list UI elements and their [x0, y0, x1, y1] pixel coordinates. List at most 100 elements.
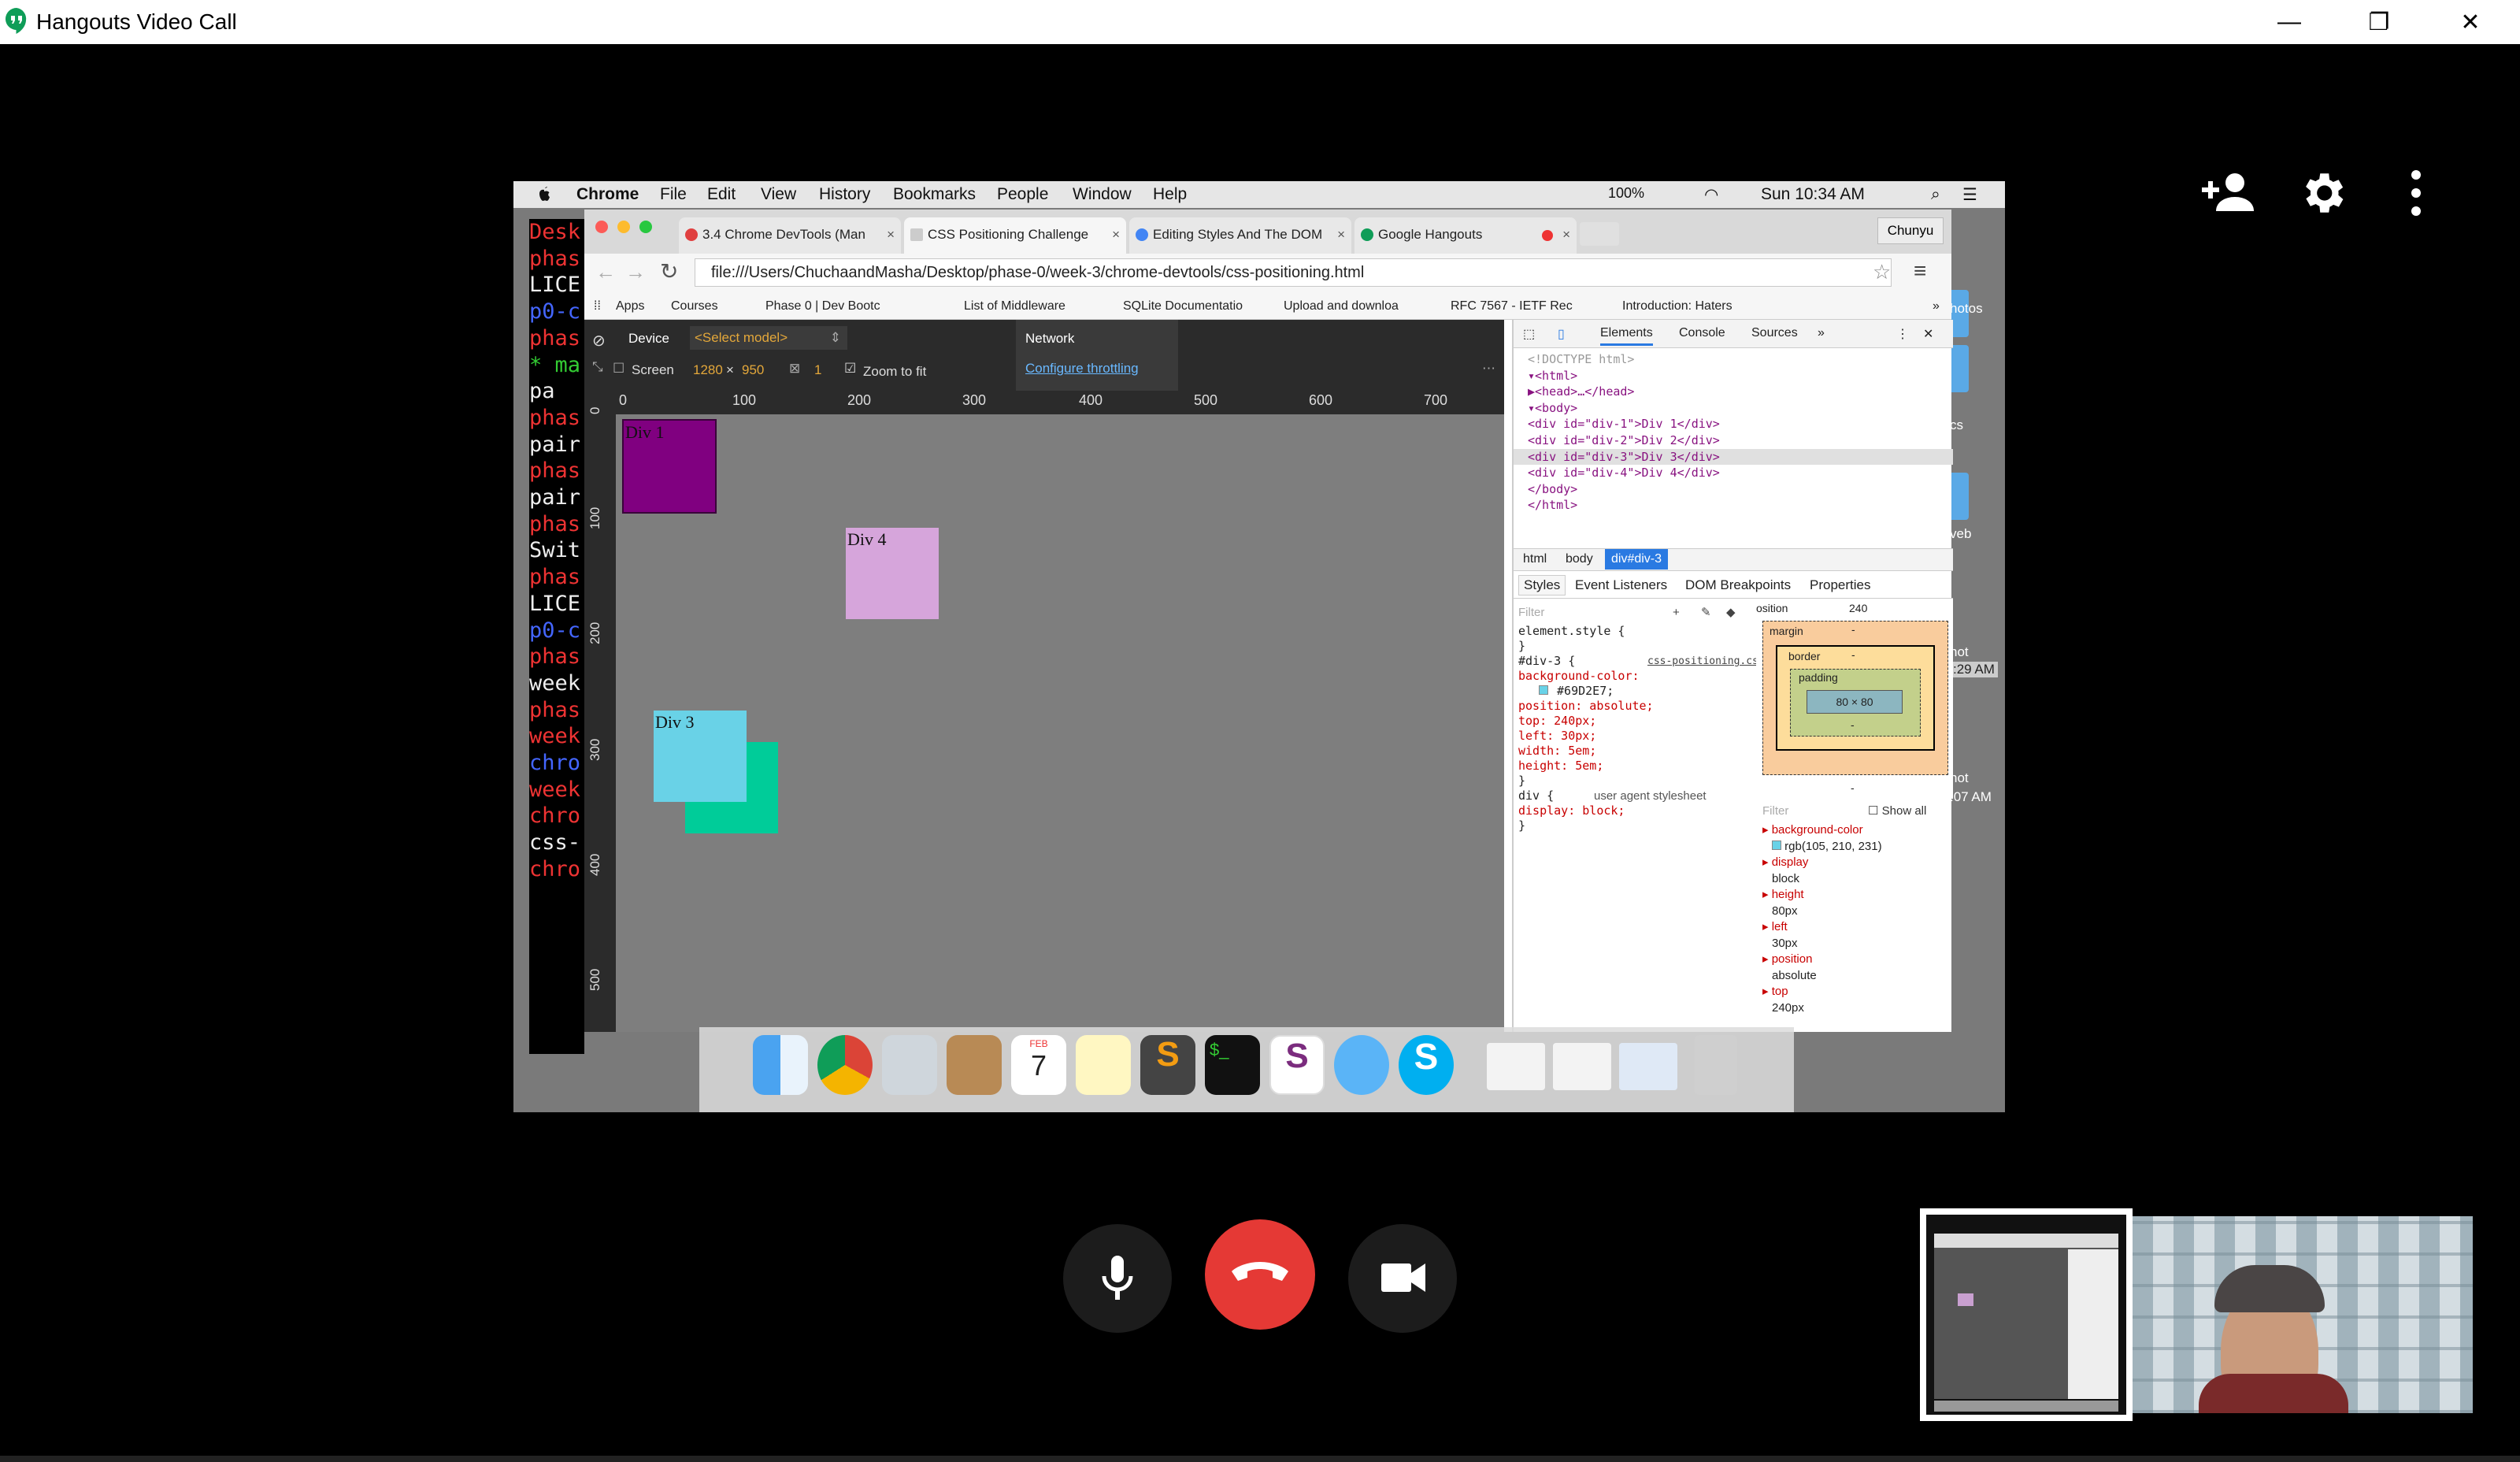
profile-button[interactable]: Chunyu: [1877, 217, 1944, 244]
bookmark-sqlite[interactable]: SQLite Documentatio: [1123, 299, 1243, 314]
address-bar[interactable]: file:///Users/ChuchaandMasha/Desktop/pha…: [695, 258, 1892, 287]
devtools-close-icon[interactable]: ✕: [1923, 326, 1933, 342]
more-options-vertical-icon[interactable]: [2400, 167, 2432, 219]
close-window-icon[interactable]: [595, 221, 608, 233]
style-line[interactable]: width: 5em;: [1518, 744, 1750, 759]
show-all-checkbox[interactable]: ☐ Show all: [1868, 803, 1926, 820]
computed-prop[interactable]: ▸ display: [1762, 855, 1947, 871]
zoom-window-icon[interactable]: [639, 221, 652, 233]
menu-history[interactable]: History: [819, 185, 870, 204]
color-swatch[interactable]: [1539, 685, 1548, 695]
self-view-thumbnail[interactable]: [1920, 1208, 2133, 1421]
dom-node[interactable]: </html>: [1528, 497, 1939, 514]
menu-help[interactable]: Help: [1153, 185, 1187, 204]
preview-icon[interactable]: [882, 1035, 937, 1095]
style-line[interactable]: left: 30px;: [1518, 729, 1750, 744]
reload-icon[interactable]: ↻: [660, 258, 678, 284]
screen-height-input[interactable]: 950: [742, 362, 764, 378]
screen-checkbox[interactable]: ☐: [613, 361, 624, 377]
configure-throttling-link[interactable]: Configure throttling: [1025, 361, 1139, 377]
skype-icon[interactable]: S: [1399, 1035, 1454, 1095]
margin-box[interactable]: margin - border - padding 80 × 80 -: [1762, 621, 1948, 775]
device-model-select[interactable]: <Select model> ⇕: [690, 326, 847, 350]
sublime-text-icon[interactable]: S: [1140, 1035, 1195, 1095]
minimize-button[interactable]: —: [2246, 0, 2333, 44]
breadcrumb-item[interactable]: body: [1566, 552, 1593, 566]
chrome-window-thumb-icon[interactable]: [1487, 1043, 1545, 1090]
bookmark-phase0[interactable]: Phase 0 | Dev Bootc: [765, 299, 880, 314]
apps-icon[interactable]: ⁞⁞: [594, 299, 601, 314]
scale-input[interactable]: 1: [814, 362, 821, 378]
computed-prop[interactable]: ▸ position: [1762, 952, 1947, 968]
forward-icon[interactable]: →: [625, 260, 646, 284]
subtab-styles[interactable]: Styles: [1518, 575, 1566, 596]
restore-button[interactable]: ❐: [2336, 0, 2422, 44]
computed-prop[interactable]: ▸ height: [1762, 887, 1947, 904]
dom-node[interactable]: ▾<html>: [1528, 368, 1939, 384]
tab-editing-styles[interactable]: Editing Styles And The DOM ×: [1129, 217, 1351, 254]
dom-node[interactable]: <div id="div-4">Div 4</div>: [1528, 465, 1939, 481]
style-line[interactable]: top: 240px;: [1518, 714, 1750, 729]
chrome-window-thumb-icon[interactable]: [1619, 1043, 1677, 1090]
inspect-icon[interactable]: ⬚: [1523, 326, 1535, 342]
dom-node[interactable]: <!DOCTYPE html>: [1528, 351, 1939, 368]
more-options-icon[interactable]: ⋯: [1482, 361, 1495, 377]
new-tab-button[interactable]: [1580, 222, 1619, 246]
menu-bookmarks[interactable]: Bookmarks: [893, 185, 976, 204]
menu-people[interactable]: People: [997, 185, 1048, 204]
color-format-icon[interactable]: ◆: [1726, 605, 1736, 620]
bookmark-rfc[interactable]: RFC 7567 - IETF Rec: [1451, 299, 1573, 314]
breadcrumb-item-active[interactable]: div#div-3: [1605, 549, 1669, 570]
dom-node[interactable]: <div id="div-1">Div 1</div>: [1528, 416, 1939, 432]
add-rule-icon[interactable]: +: [1673, 605, 1680, 620]
add-person-icon[interactable]: [2200, 167, 2257, 217]
content-box[interactable]: 80 × 80: [1807, 690, 1903, 714]
menu-edit[interactable]: Edit: [707, 185, 736, 204]
messages-icon[interactable]: [1334, 1035, 1389, 1095]
bookmark-upload[interactable]: Upload and downloa: [1284, 299, 1399, 314]
tab-close-icon[interactable]: ×: [1337, 227, 1345, 243]
trash-icon[interactable]: [1695, 1035, 1737, 1095]
menu-file[interactable]: File: [660, 185, 687, 204]
more-bookmarks-icon[interactable]: »: [1933, 299, 1940, 314]
more-tabs-icon[interactable]: »: [1818, 326, 1825, 340]
padding-box[interactable]: padding 80 × 80 -: [1790, 669, 1921, 737]
border-box[interactable]: border - padding 80 × 80 -: [1776, 645, 1935, 751]
dom-node[interactable]: </body>: [1528, 481, 1939, 498]
breadcrumb-item[interactable]: html: [1523, 552, 1547, 566]
tab-google-hangouts[interactable]: Google Hangouts ×: [1354, 217, 1577, 254]
devtools-menu-icon[interactable]: ⋮: [1896, 326, 1909, 342]
chrome-window-thumb-icon[interactable]: [1553, 1043, 1611, 1090]
dom-node-selected[interactable]: <div id="div-3">Div 3</div>: [1514, 448, 1953, 466]
subtab-event-listeners[interactable]: Event Listeners: [1575, 577, 1667, 593]
slack-icon[interactable]: S: [1269, 1035, 1325, 1095]
notes-icon[interactable]: [1076, 1035, 1131, 1095]
computed-prop[interactable]: ▸ background-color: [1762, 822, 1947, 839]
chrome-icon[interactable]: [817, 1035, 873, 1095]
back-icon[interactable]: ←: [595, 260, 616, 284]
style-line[interactable]: position: absolute;: [1518, 699, 1750, 714]
contacts-icon[interactable]: [947, 1035, 1002, 1095]
tab-console[interactable]: Console: [1679, 326, 1725, 340]
bookmark-star-icon[interactable]: ☆: [1873, 260, 1891, 284]
pin-icon[interactable]: ✎: [1701, 605, 1711, 620]
menu-window[interactable]: Window: [1073, 185, 1132, 204]
computed-filter[interactable]: Filter ☐ Show all: [1762, 799, 1947, 822]
bookmark-middleware[interactable]: List of Middleware: [964, 299, 1065, 314]
bookmark-apps[interactable]: Apps: [616, 299, 644, 314]
calendar-icon[interactable]: FEB 7: [1011, 1035, 1066, 1095]
mic-button[interactable]: [1063, 1224, 1172, 1333]
settings-gear-icon[interactable]: [2296, 167, 2348, 219]
computed-prop[interactable]: ▸ left: [1762, 919, 1947, 936]
subtab-dom-breakpoints[interactable]: DOM Breakpoints: [1685, 577, 1791, 593]
style-line[interactable]: background-color:: [1518, 669, 1750, 684]
style-line[interactable]: height: 5em;: [1518, 759, 1750, 774]
menu-view[interactable]: View: [761, 185, 796, 204]
zoom-checkbox[interactable]: ☑: [844, 361, 856, 377]
tab-elements[interactable]: Elements: [1600, 326, 1653, 346]
tab-close-icon[interactable]: ×: [887, 227, 895, 243]
style-line[interactable]: #69D2E7;: [1550, 684, 1614, 698]
chrome-menu-icon[interactable]: ≡: [1914, 258, 1926, 284]
bookmark-courses[interactable]: Courses: [671, 299, 718, 314]
tab-sources[interactable]: Sources: [1751, 326, 1798, 340]
